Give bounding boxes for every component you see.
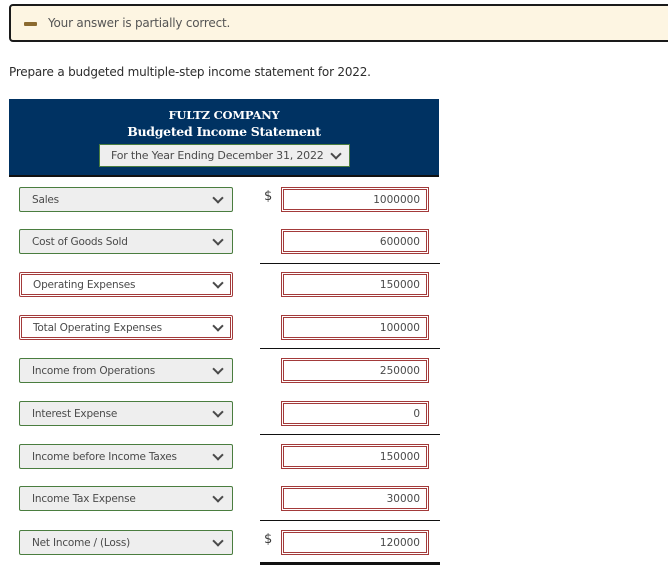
statement-row: Net Income / (Loss) $ bbox=[0, 530, 668, 556]
amount-input-income-from-operations[interactable] bbox=[281, 358, 429, 383]
partial-correct-dash-icon bbox=[24, 22, 37, 26]
chevron-down-icon bbox=[212, 363, 224, 375]
account-select-value: Sales bbox=[32, 194, 59, 206]
chevron-down-icon bbox=[212, 234, 224, 246]
statement-header: FULTZ COMPANY Budgeted Income Statement … bbox=[9, 99, 439, 177]
account-select-income-from-operations[interactable]: Income from Operations bbox=[19, 358, 233, 383]
account-select-income-before-income-taxes[interactable]: Income before Income Taxes bbox=[19, 444, 233, 469]
account-select-value: Interest Expense bbox=[32, 408, 118, 420]
chevron-down-icon bbox=[212, 491, 224, 503]
chevron-down-icon bbox=[330, 148, 342, 160]
statement-row: Cost of Goods Sold bbox=[0, 229, 668, 255]
amount-input-total-operating-expenses[interactable] bbox=[281, 315, 429, 340]
amount-input-interest-expense[interactable] bbox=[281, 401, 429, 426]
account-select-value: Operating Expenses bbox=[33, 279, 136, 291]
dollar-sign: $ bbox=[264, 532, 273, 547]
chevron-down-icon bbox=[212, 192, 224, 204]
account-select-total-operating-expenses[interactable]: Total Operating Expenses bbox=[19, 315, 233, 340]
account-select-value: Total Operating Expenses bbox=[33, 322, 162, 334]
amount-input-sales[interactable] bbox=[281, 187, 429, 212]
account-select-sales[interactable]: Sales bbox=[19, 187, 233, 212]
account-select-value: Net Income / (Loss) bbox=[32, 537, 131, 549]
statement-row: Total Operating Expenses bbox=[0, 315, 668, 341]
amount-input-cost-of-goods-sold[interactable] bbox=[281, 229, 429, 254]
account-select-value: Income from Operations bbox=[32, 365, 156, 377]
account-select-interest-expense[interactable]: Interest Expense bbox=[19, 401, 233, 426]
chevron-down-icon bbox=[212, 320, 224, 332]
statement-row: Income from Operations bbox=[0, 358, 668, 384]
question-prompt: Prepare a budgeted multiple-step income … bbox=[9, 65, 371, 79]
amount-input-income-tax-expense[interactable] bbox=[281, 486, 429, 511]
account-select-operating-expenses[interactable]: Operating Expenses bbox=[19, 272, 233, 297]
statement-row: Income before Income Taxes bbox=[0, 444, 668, 470]
chevron-down-icon bbox=[212, 535, 224, 547]
subtotal-underline bbox=[260, 348, 440, 349]
statement-row: Interest Expense bbox=[0, 401, 668, 427]
amount-input-net-income[interactable] bbox=[281, 530, 429, 555]
statement-row: Operating Expenses bbox=[0, 272, 668, 298]
feedback-message: Your answer is partially correct. bbox=[48, 16, 231, 30]
company-name: FULTZ COMPANY bbox=[168, 108, 280, 122]
subtotal-underline bbox=[260, 434, 440, 435]
account-select-income-tax-expense[interactable]: Income Tax Expense bbox=[19, 486, 233, 511]
account-select-value: Income before Income Taxes bbox=[32, 451, 177, 463]
statement-row: Income Tax Expense bbox=[0, 486, 668, 512]
account-select-value: Cost of Goods Sold bbox=[32, 236, 128, 248]
account-select-net-income[interactable]: Net Income / (Loss) bbox=[19, 530, 233, 555]
total-double-underline bbox=[260, 562, 440, 565]
amount-input-operating-expenses[interactable] bbox=[281, 272, 429, 297]
subtotal-underline bbox=[260, 263, 440, 264]
subtotal-underline bbox=[260, 520, 440, 521]
statement-title: Budgeted Income Statement bbox=[127, 124, 321, 139]
chevron-down-icon bbox=[212, 449, 224, 461]
account-select-cost-of-goods-sold[interactable]: Cost of Goods Sold bbox=[19, 229, 233, 254]
statement-row: Sales $ bbox=[0, 187, 668, 213]
account-select-value: Income Tax Expense bbox=[32, 493, 136, 505]
amount-input-income-before-income-taxes[interactable] bbox=[281, 444, 429, 469]
chevron-down-icon bbox=[212, 406, 224, 418]
period-select-value: For the Year Ending December 31, 2022 bbox=[111, 149, 324, 162]
feedback-banner: Your answer is partially correct. bbox=[9, 4, 668, 42]
chevron-down-icon bbox=[212, 277, 224, 289]
period-select[interactable]: For the Year Ending December 31, 2022 bbox=[99, 144, 350, 167]
dollar-sign: $ bbox=[264, 189, 273, 204]
